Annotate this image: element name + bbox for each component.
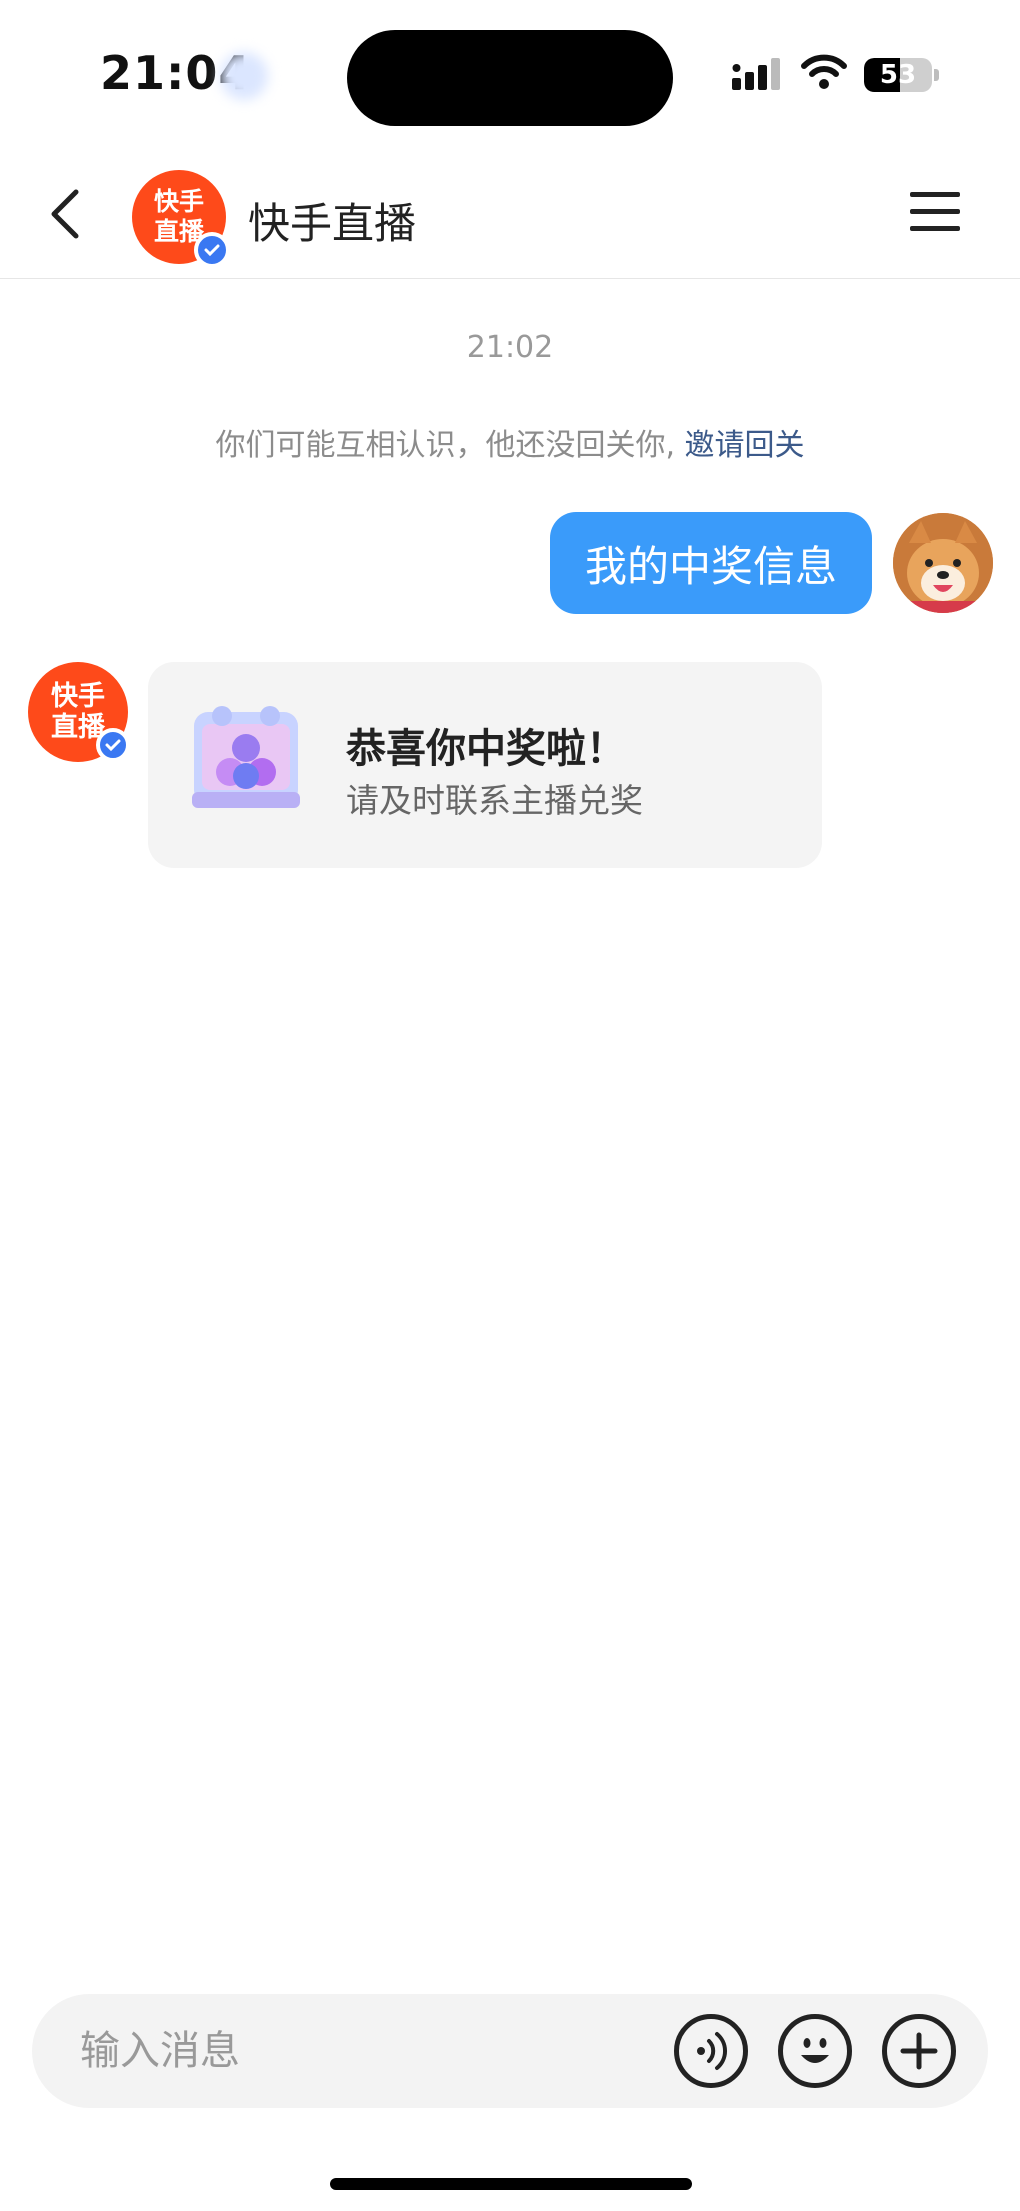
- avatar-label-line1: 快手: [153, 187, 204, 216]
- sender-avatar-line1: 快手: [51, 681, 105, 712]
- voice-button[interactable]: [674, 2014, 748, 2088]
- my-avatar[interactable]: [893, 513, 993, 613]
- prize-box-icon: [192, 706, 300, 808]
- dynamic-island: [347, 30, 673, 126]
- menu-button[interactable]: [910, 190, 962, 234]
- message-input[interactable]: 输入消息: [80, 1994, 240, 2108]
- message-input-bar: 输入消息: [32, 1994, 988, 2108]
- signal-icon: [732, 58, 780, 90]
- prize-card-subtitle: 请及时联系主播兑奖: [346, 781, 643, 820]
- follow-notice: 你们可能互相认识，他还没回关你, 邀请回关: [0, 420, 1020, 464]
- plus-button[interactable]: [882, 2014, 956, 2088]
- battery-icon: 53: [864, 58, 932, 92]
- chat-title[interactable]: 快手直播: [248, 190, 416, 251]
- chat-header: 快手 直播 快手直播: [0, 150, 1020, 279]
- sender-verified-badge-icon: [96, 728, 130, 762]
- follow-notice-text: 你们可能互相认识，他还没回关你,: [215, 428, 675, 463]
- my-message-bubble[interactable]: 我的中奖信息: [550, 512, 872, 614]
- home-indicator[interactable]: [330, 2178, 692, 2190]
- plus-icon: [900, 2032, 938, 2070]
- emoji-button[interactable]: [778, 2014, 852, 2088]
- shiba-dog-avatar-icon: [893, 513, 993, 613]
- prize-card-title: 恭喜你中奖啦！: [346, 726, 626, 772]
- battery-level-text: 53: [879, 60, 917, 90]
- battery-tip: [934, 69, 939, 81]
- prize-card[interactable]: 恭喜你中奖啦！ 请及时联系主播兑奖: [148, 662, 822, 868]
- voice-icon: [697, 2032, 728, 2070]
- status-bar: 21:04 53: [0, 0, 1020, 150]
- verified-badge-icon: [194, 232, 230, 268]
- wifi-icon: [801, 54, 847, 89]
- back-button[interactable]: [40, 186, 96, 242]
- emoji-icon: [801, 2038, 829, 2063]
- status-indicator-blur: [220, 52, 268, 100]
- invite-follow-link[interactable]: 邀请回关: [685, 428, 805, 463]
- message-timestamp: 21:02: [466, 330, 554, 365]
